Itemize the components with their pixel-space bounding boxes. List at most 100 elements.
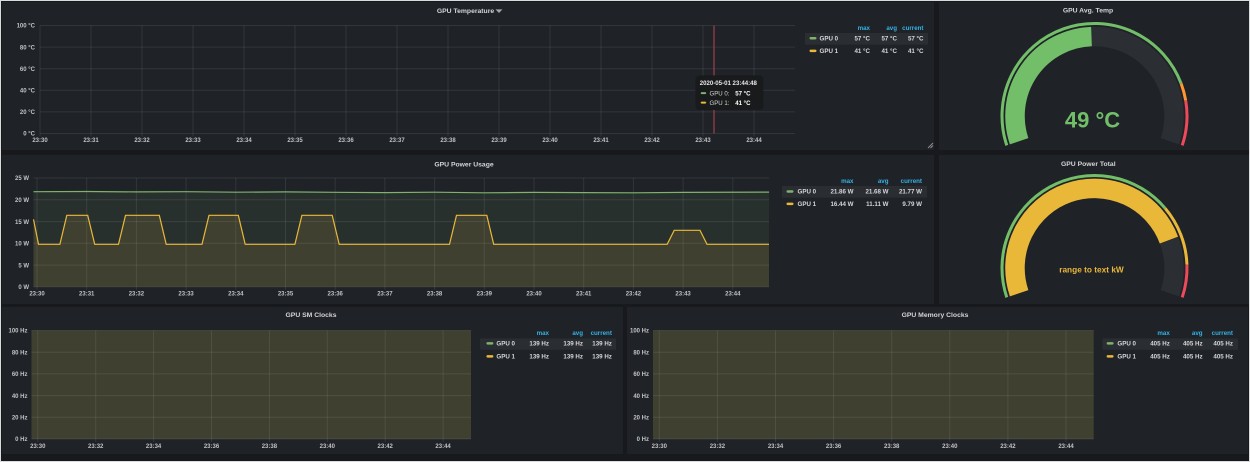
svg-text:23:35: 23:35: [287, 138, 303, 144]
svg-text:20 °C: 20 °C: [20, 110, 36, 116]
svg-text:80 °C: 80 °C: [20, 45, 36, 51]
svg-text:41 °C: 41 °C: [881, 48, 897, 55]
svg-text:23:44: 23:44: [746, 138, 762, 144]
svg-text:23:38: 23:38: [427, 291, 443, 297]
svg-text:23:34: 23:34: [768, 444, 784, 450]
svg-text:139 Hz: 139 Hz: [592, 354, 612, 361]
svg-text:5 W: 5 W: [18, 263, 29, 269]
svg-text:GPU 0:: GPU 0:: [710, 90, 730, 97]
svg-text:20 Hz: 20 Hz: [12, 416, 28, 422]
svg-text:GPU Power Usage: GPU Power Usage: [434, 161, 494, 168]
svg-text:23:36: 23:36: [204, 444, 220, 450]
svg-text:23:42: 23:42: [626, 291, 642, 297]
svg-text:57 °C: 57 °C: [854, 36, 870, 43]
svg-text:41 °C: 41 °C: [735, 100, 751, 107]
svg-text:23:30: 23:30: [30, 444, 46, 450]
svg-text:current: current: [591, 330, 612, 337]
svg-text:139 Hz: 139 Hz: [529, 354, 549, 361]
svg-text:GPU Power Total: GPU Power Total: [1060, 161, 1115, 168]
svg-text:avg: avg: [886, 25, 897, 32]
svg-text:GPU 1: GPU 1: [798, 201, 817, 208]
svg-text:9.79 W: 9.79 W: [902, 201, 922, 208]
svg-text:range to text kW: range to text kW: [1059, 264, 1124, 274]
svg-text:23:44: 23:44: [1058, 444, 1074, 450]
svg-text:23:30: 23:30: [32, 138, 48, 144]
svg-text:405 Hz: 405 Hz: [1213, 341, 1233, 348]
svg-text:current: current: [1212, 330, 1233, 337]
svg-text:23:43: 23:43: [695, 138, 711, 144]
svg-text:23:36: 23:36: [826, 444, 842, 450]
svg-text:max: max: [841, 178, 854, 185]
svg-text:23:34: 23:34: [228, 291, 244, 297]
svg-text:100 Hz: 100 Hz: [8, 329, 27, 335]
svg-text:139 Hz: 139 Hz: [563, 341, 583, 348]
svg-text:23:42: 23:42: [644, 138, 660, 144]
svg-text:23:42: 23:42: [1000, 444, 1016, 450]
svg-text:20 W: 20 W: [15, 198, 29, 204]
svg-text:49 °C: 49 °C: [1064, 108, 1119, 133]
svg-text:23:38: 23:38: [884, 444, 900, 450]
svg-text:11.11 W: 11.11 W: [866, 201, 889, 208]
svg-text:405 Hz: 405 Hz: [1183, 341, 1203, 348]
svg-text:2020-05-01 23:44:48: 2020-05-01 23:44:48: [700, 80, 758, 87]
svg-text:GPU Avg. Temp: GPU Avg. Temp: [1062, 8, 1112, 15]
svg-text:23:38: 23:38: [262, 444, 278, 450]
svg-text:23:44: 23:44: [725, 291, 741, 297]
svg-text:23:33: 23:33: [178, 291, 194, 297]
svg-text:23:36: 23:36: [328, 291, 344, 297]
svg-text:139 Hz: 139 Hz: [592, 341, 612, 348]
svg-text:57 °C: 57 °C: [881, 36, 897, 43]
svg-text:139 Hz: 139 Hz: [529, 341, 549, 348]
svg-text:GPU Memory Clocks: GPU Memory Clocks: [902, 312, 969, 319]
svg-text:GPU 1: GPU 1: [496, 354, 515, 361]
svg-text:23:31: 23:31: [79, 291, 95, 297]
svg-text:23:32: 23:32: [710, 444, 726, 450]
svg-text:23:37: 23:37: [389, 138, 405, 144]
svg-text:405 Hz: 405 Hz: [1150, 341, 1170, 348]
svg-text:avg: avg: [572, 330, 583, 337]
svg-text:100 Hz: 100 Hz: [630, 329, 649, 335]
svg-text:23:37: 23:37: [377, 291, 393, 297]
svg-text:23:40: 23:40: [542, 138, 558, 144]
svg-text:23:40: 23:40: [320, 444, 336, 450]
svg-text:current: current: [902, 25, 923, 32]
svg-text:16.44 W: 16.44 W: [830, 201, 853, 208]
svg-text:21.68 W: 21.68 W: [865, 188, 888, 195]
svg-text:100 °C: 100 °C: [17, 24, 36, 30]
svg-text:GPU 0: GPU 0: [496, 341, 515, 348]
svg-text:21.77 W: 21.77 W: [899, 188, 922, 195]
svg-text:23:33: 23:33: [185, 138, 201, 144]
svg-text:41 °C: 41 °C: [908, 48, 924, 55]
svg-text:23:40: 23:40: [526, 291, 542, 297]
svg-text:max: max: [537, 330, 550, 337]
svg-text:23:32: 23:32: [134, 138, 150, 144]
svg-text:23:34: 23:34: [146, 444, 162, 450]
svg-text:41 °C: 41 °C: [854, 48, 870, 55]
svg-text:23:39: 23:39: [477, 291, 493, 297]
svg-text:60 Hz: 60 Hz: [633, 372, 649, 378]
svg-text:80 Hz: 80 Hz: [12, 350, 28, 356]
svg-text:25 W: 25 W: [15, 176, 29, 182]
svg-text:23:41: 23:41: [576, 291, 592, 297]
svg-text:405 Hz: 405 Hz: [1150, 354, 1170, 361]
svg-text:40 Hz: 40 Hz: [12, 394, 28, 400]
svg-text:405 Hz: 405 Hz: [1213, 354, 1233, 361]
svg-text:0 W: 0 W: [18, 285, 29, 291]
svg-text:GPU 1: GPU 1: [1117, 354, 1136, 361]
svg-text:80 Hz: 80 Hz: [633, 350, 649, 356]
svg-text:23:32: 23:32: [129, 291, 145, 297]
svg-text:10 W: 10 W: [15, 241, 29, 247]
svg-text:23:40: 23:40: [942, 444, 958, 450]
svg-text:23:30: 23:30: [652, 444, 668, 450]
svg-text:23:38: 23:38: [440, 138, 456, 144]
svg-text:23:31: 23:31: [83, 138, 99, 144]
svg-text:57 °C: 57 °C: [908, 36, 924, 43]
svg-text:139 Hz: 139 Hz: [563, 354, 583, 361]
svg-text:0 Hz: 0 Hz: [637, 437, 649, 443]
svg-text:23:34: 23:34: [236, 138, 252, 144]
svg-text:GPU 0: GPU 0: [798, 188, 817, 195]
svg-text:max: max: [1157, 330, 1170, 337]
svg-text:23:32: 23:32: [88, 444, 104, 450]
svg-text:GPU 1: GPU 1: [820, 48, 839, 55]
svg-text:15 W: 15 W: [15, 219, 29, 225]
